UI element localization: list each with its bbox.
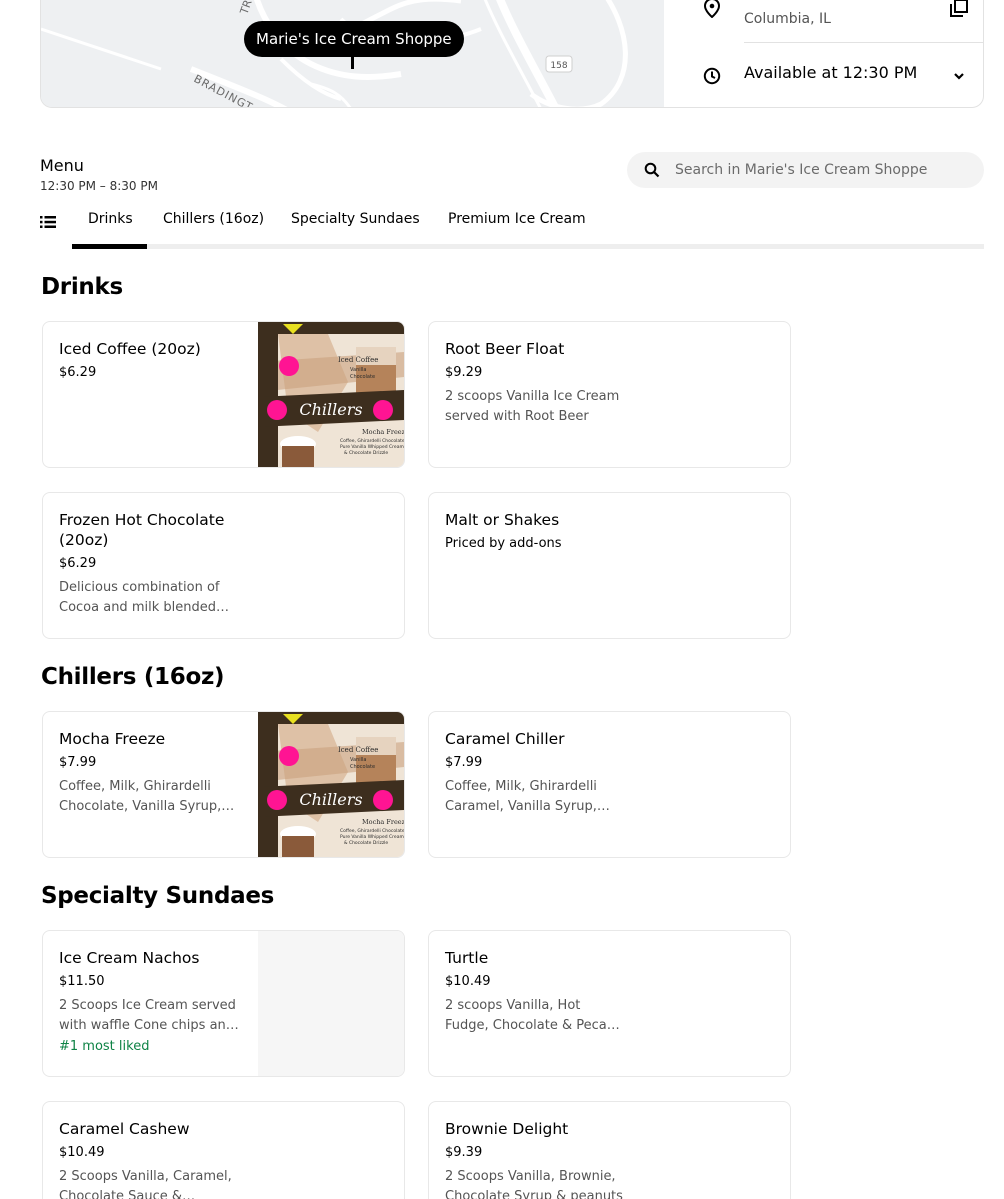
item-name: Ice Cream Nachos xyxy=(59,949,200,967)
item-description: 2 Scoops Vanilla, Caramel, Chocolate Sau… xyxy=(59,1169,232,1199)
item-photo: Chillers Iced Coffee VanillaChocolate Mocha… xyxy=(258,322,404,467)
poster-drink xyxy=(282,836,314,857)
menu-item-card[interactable]: Iced Coffee (20oz) $6.29 Chillers Iced Co… xyxy=(42,321,405,468)
availability-dropdown[interactable]: Available at 12:30 PM xyxy=(664,43,983,107)
tab-drinks[interactable]: Drinks xyxy=(88,211,133,227)
map-store-pin[interactable]: Marie's Ice Cream Shoppe xyxy=(244,21,464,57)
item-price: $6.29 xyxy=(59,556,97,571)
tab-track xyxy=(72,244,984,249)
poster-text-line: Vanilla xyxy=(350,367,367,373)
item-description: Delicious combination of Cocoa and milk … xyxy=(59,580,220,615)
item-description: 2 scoops Vanilla Ice Cream served with R… xyxy=(445,389,620,424)
poster-text-line: Vanilla xyxy=(350,757,367,763)
menu-item-card[interactable]: Malt or Shakes Priced by add-ons xyxy=(428,492,791,639)
item-description: 2 Scoops Vanilla, Brownie, Chocolate Syr… xyxy=(445,1169,623,1199)
poster-text-line: Coffee, Ghirardelli Chocolate xyxy=(340,828,404,834)
store-address-row: Columbia, IL xyxy=(664,0,983,43)
item-name: Iced Coffee (20oz) xyxy=(59,340,201,358)
poster-drink xyxy=(282,446,314,467)
item-photo: Chillers Iced Coffee VanillaChocolate Mocha… xyxy=(258,712,404,857)
popularity-badge: #1 most liked xyxy=(59,1039,150,1054)
copy-icon[interactable] xyxy=(950,0,968,17)
chevron-down-icon xyxy=(954,73,964,80)
section-title-specialty-sundaes: Specialty Sundaes xyxy=(41,883,275,909)
map-pin-stem xyxy=(351,55,354,69)
poster-banner-text: Chillers xyxy=(299,400,362,419)
clock-icon xyxy=(703,67,721,85)
poster-dot xyxy=(279,746,299,766)
poster-text-line: & Chocolate Drizzle xyxy=(344,840,388,846)
item-name: Caramel Chiller xyxy=(445,730,565,748)
menu-hours: 12:30 PM – 8:30 PM xyxy=(40,179,158,193)
poster-text-line: Pure Vanilla Whipped Cream xyxy=(340,444,404,450)
poster-top-band xyxy=(258,322,404,334)
menu-item-card[interactable]: Root Beer Float $9.29 2 scoops Vanilla I… xyxy=(428,321,791,468)
poster-left-band xyxy=(258,322,278,467)
menu-title: Menu xyxy=(40,156,84,175)
poster-text-line: Coffee, Ghirardelli Chocolate xyxy=(340,438,404,444)
section-title-drinks: Drinks xyxy=(41,274,123,300)
poster-text-line: Chocolate xyxy=(350,764,375,770)
item-description: Coffee, Milk, Ghirardelli Caramel, Vanil… xyxy=(445,779,597,814)
store-header-card: TR BRADINGT 158 Marie's Ice Cream Shoppe… xyxy=(40,0,984,108)
item-name: Malt or Shakes xyxy=(445,511,560,529)
search-icon xyxy=(644,162,660,178)
poster-text-line: Pure Vanilla Whipped Cream xyxy=(340,834,404,840)
poster-dot xyxy=(279,356,299,376)
poster-banner-text: Chillers xyxy=(299,790,362,809)
poster-text-line: Iced Coffee xyxy=(338,746,378,754)
search-input[interactable] xyxy=(675,152,975,188)
poster-text-line: Mocha Freeze xyxy=(362,428,404,436)
item-price: $7.99 xyxy=(445,755,483,770)
route-shield-label: 158 xyxy=(550,61,567,71)
tab-specialty-sundaes[interactable]: Specialty Sundaes xyxy=(291,211,420,227)
poster-dot xyxy=(373,790,393,810)
item-name: Brownie Delight xyxy=(445,1120,569,1138)
item-price: $10.49 xyxy=(59,1145,105,1160)
store-map[interactable]: TR BRADINGT 158 Marie's Ice Cream Shoppe xyxy=(41,0,664,107)
item-price: $11.50 xyxy=(59,974,105,989)
item-price: $10.49 xyxy=(445,974,491,989)
item-price: $7.99 xyxy=(59,755,97,770)
menu-search xyxy=(627,152,984,188)
item-price: $9.29 xyxy=(445,365,483,380)
menu-item-card[interactable]: Ice Cream Nachos $11.50 2 Scoops Ice Cre… xyxy=(42,930,405,1077)
item-photo-placeholder xyxy=(258,931,404,1076)
item-description: 2 Scoops Ice Cream served with waffle Co… xyxy=(59,998,236,1033)
location-pin-icon xyxy=(703,0,721,18)
menu-item-card[interactable]: Turtle $10.49 2 scoops Vanilla, Hot Fudg… xyxy=(428,930,791,1077)
poster-text-line: & Chocolate Drizzle xyxy=(344,450,388,456)
item-name: Mocha Freeze xyxy=(59,730,166,748)
poster-text-line: Iced Coffee xyxy=(338,356,378,364)
menu-item-card[interactable]: Mocha Freeze $7.99 Coffee, Milk, Ghirard… xyxy=(42,711,405,858)
item-name: Turtle xyxy=(445,949,489,967)
item-price: $6.29 xyxy=(59,365,97,380)
poster-dot xyxy=(267,400,287,420)
poster-dot xyxy=(267,790,287,810)
item-description: Coffee, Milk, Ghirardelli Chocolate, Van… xyxy=(59,779,222,814)
poster-left-band xyxy=(258,712,278,857)
poster-dot xyxy=(373,400,393,420)
item-name: Caramel Cashew xyxy=(59,1120,190,1138)
item-price: Priced by add-ons xyxy=(445,536,562,551)
menu-item-card[interactable]: Frozen Hot Chocolate (20oz) $6.29 Delici… xyxy=(42,492,405,639)
poster-text-line: Chocolate xyxy=(350,374,375,380)
poster-text-line: Mocha Freeze xyxy=(362,818,404,826)
item-name: Root Beer Float xyxy=(445,340,565,358)
store-city: Columbia, IL xyxy=(744,11,831,27)
menu-item-card[interactable]: Caramel Chiller $7.99 Coffee, Milk, Ghir… xyxy=(428,711,791,858)
category-list-icon[interactable] xyxy=(40,215,56,229)
item-price: $9.39 xyxy=(445,1145,483,1160)
section-title-chillers: Chillers (16oz) xyxy=(41,664,225,690)
availability-label: Available at 12:30 PM xyxy=(744,63,918,82)
menu-item-card[interactable]: Brownie Delight $9.39 2 Scoops Vanilla, … xyxy=(428,1101,791,1199)
item-name: Frozen Hot Chocolate (20oz) xyxy=(59,511,225,549)
menu-item-card[interactable]: Caramel Cashew $10.49 2 Scoops Vanilla, … xyxy=(42,1101,405,1199)
tab-active-indicator xyxy=(72,244,147,249)
store-info-panel: Columbia, IL Available at 12:30 PM xyxy=(664,0,983,107)
tab-chillers[interactable]: Chillers (16oz) xyxy=(163,211,264,227)
poster-top-band xyxy=(258,712,404,724)
item-description: 2 scoops Vanilla, Hot Fudge, Chocolate &… xyxy=(445,998,622,1033)
tab-premium-ice-cream[interactable]: Premium Ice Cream xyxy=(448,211,586,227)
